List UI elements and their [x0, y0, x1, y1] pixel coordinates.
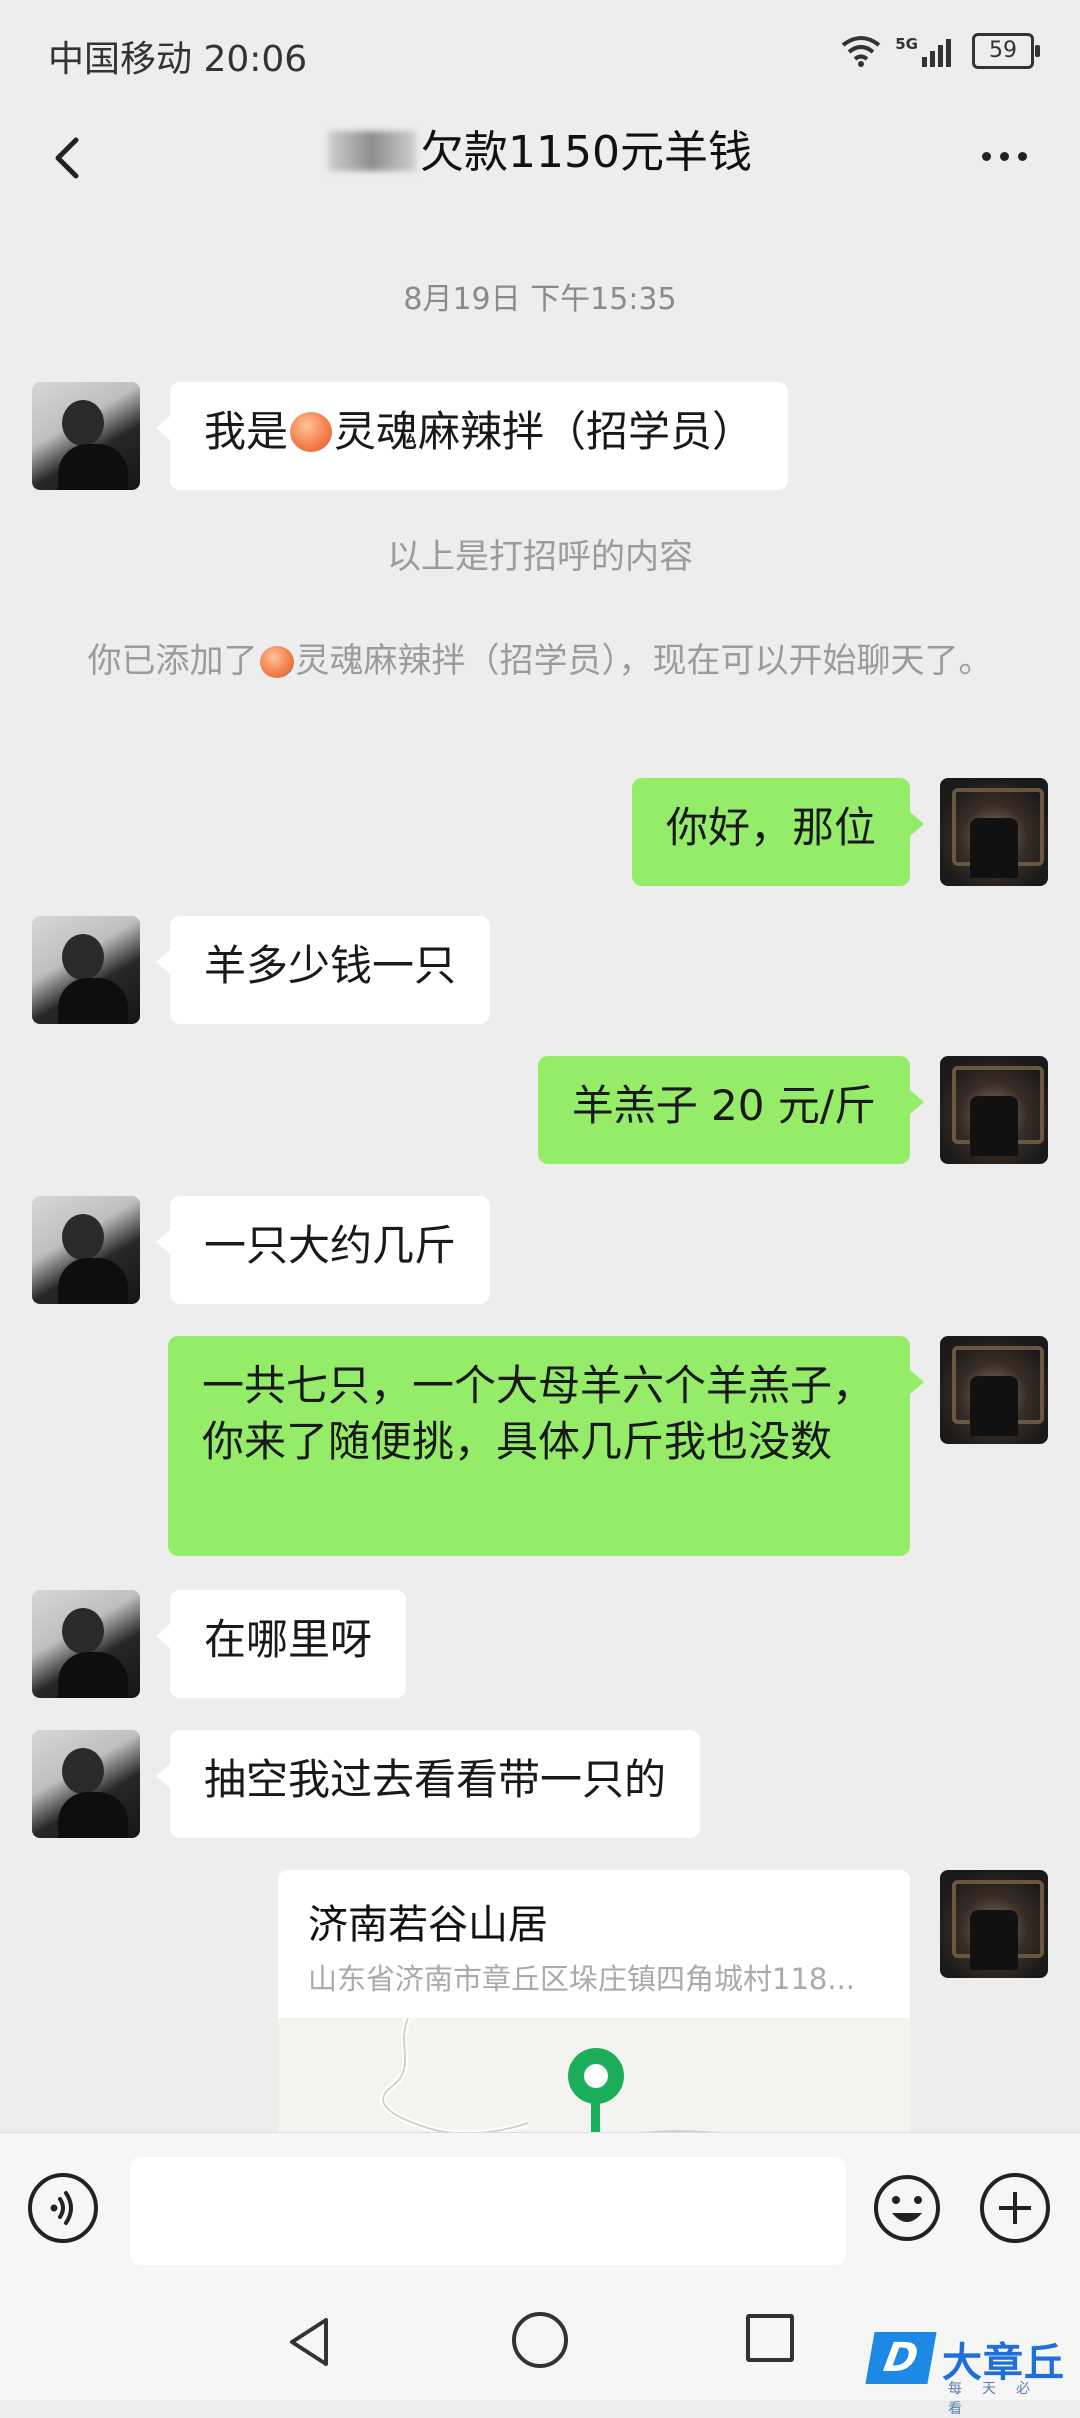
location-name: 济南若谷山居	[308, 1902, 548, 1948]
message-text: 一只大约几斤	[204, 1221, 457, 1270]
chat-title-text: 欠款1150元羊钱	[420, 127, 752, 178]
contact-avatar[interactable]	[32, 1730, 140, 1838]
location-pin-icon	[568, 2048, 624, 2104]
message-bubble[interactable]: 抽空我过去看看带一只的	[155, 1730, 701, 1838]
contact-avatar[interactable]	[32, 1590, 140, 1698]
message-text: 你好，那位	[665, 803, 876, 852]
battery-icon: 59	[972, 33, 1040, 69]
message-text: 羊多少钱一只	[204, 941, 457, 990]
contact-avatar[interactable]	[32, 382, 140, 490]
message-text: 我是	[204, 407, 289, 456]
message-text: 灵魂麻辣拌（招学员）	[334, 407, 755, 456]
location-pin-stem	[591, 2098, 600, 2132]
message-input[interactable]	[130, 2157, 846, 2265]
carrier: 中国移动	[48, 39, 193, 80]
message-bubble[interactable]: 一只大约几斤	[155, 1196, 491, 1304]
title-bar: 欠款1150元羊钱	[0, 100, 1080, 212]
message-text: 抽空我过去看看带一只的	[204, 1755, 667, 1804]
status-bar: 中国移动 20:06 5G 59	[0, 0, 1080, 100]
message-text: 一共七只，一个大母羊六个羊羔子，你来了随便挑，具体几斤我也没数	[202, 1361, 875, 1466]
message-text: 在哪里呀	[204, 1615, 373, 1664]
watermark-logo: D 大章丘 每天必看	[865, 2330, 1080, 2417]
blurred-name	[328, 131, 416, 171]
own-avatar[interactable]	[940, 1336, 1048, 1444]
message-bubble[interactable]: 我是 灵魂麻辣拌（招学员）	[155, 382, 789, 490]
timestamp: 8月19日 下午15:35	[403, 282, 677, 317]
status-left: 中国移动 20:06	[48, 30, 307, 82]
input-bar	[0, 2132, 1080, 2285]
more-dot-icon	[999, 151, 1009, 161]
nav-back-button[interactable]	[282, 2312, 342, 2372]
contact-avatar[interactable]	[32, 1196, 140, 1304]
own-avatar[interactable]	[940, 1870, 1048, 1978]
voice-icon	[50, 2191, 73, 2225]
voice-button[interactable]	[28, 2173, 98, 2243]
nav-home-button[interactable]	[512, 2312, 568, 2368]
more-dot-icon	[981, 151, 991, 161]
chat-title: 欠款1150元羊钱	[0, 116, 1080, 180]
peach-emoji-icon	[290, 412, 333, 452]
status-right: 5G 59	[841, 28, 1040, 74]
contact-avatar[interactable]	[32, 916, 140, 1024]
network-type: 5G	[895, 34, 918, 53]
message-bubble[interactable]: 一共七只，一个大母羊六个羊羔子，你来了随便挑，具体几斤我也没数	[168, 1336, 924, 1556]
system-note: 你已添加了 灵魂麻辣拌（招学员），现在可以开始聊天了。	[70, 636, 1010, 686]
signal-icon	[922, 39, 951, 67]
message-bubble[interactable]: 羊多少钱一只	[155, 916, 491, 1024]
message-text: 羊羔子 20 元/斤	[571, 1081, 876, 1130]
peach-emoji-icon	[259, 646, 294, 678]
watermark-badge: D	[865, 2332, 937, 2384]
more-dot-icon	[1017, 151, 1027, 161]
more-options-button[interactable]	[964, 126, 1044, 186]
message-bubble[interactable]: 在哪里呀	[155, 1590, 407, 1698]
more-functions-button[interactable]	[980, 2173, 1050, 2243]
message-bubble[interactable]: 你好，那位	[631, 778, 925, 886]
message-bubble[interactable]: 羊羔子 20 元/斤	[537, 1056, 925, 1164]
location-address: 山东省济南市章丘区垛庄镇四角城村118...	[308, 1962, 856, 1996]
own-avatar[interactable]	[940, 778, 1048, 886]
wifi-icon	[842, 36, 881, 67]
location-card[interactable]: 济南若谷山居 山东省济南市章丘区垛庄镇四角城村118...	[278, 1870, 910, 2132]
own-avatar[interactable]	[940, 1056, 1048, 1164]
triangle-back-icon	[290, 2318, 328, 2366]
clock: 20:06	[203, 39, 308, 80]
system-note: 以上是打招呼的内容	[387, 537, 693, 577]
emoji-icon	[874, 2175, 940, 2241]
emoji-button[interactable]	[872, 2173, 942, 2243]
system-note-text: 你已添加了	[87, 641, 258, 681]
system-note-text: 灵魂麻辣拌（招学员），现在可以开始聊天了。	[295, 641, 993, 681]
chat-area[interactable]: 8月19日 下午15:35 我是 灵魂麻辣拌（招学员） 以上是打招呼的内容 你已添…	[0, 212, 1080, 2132]
nav-recents-button[interactable]	[746, 2314, 794, 2362]
location-map[interactable]	[278, 2018, 910, 2132]
watermark-slogan: 每天必看	[948, 2381, 1050, 2417]
